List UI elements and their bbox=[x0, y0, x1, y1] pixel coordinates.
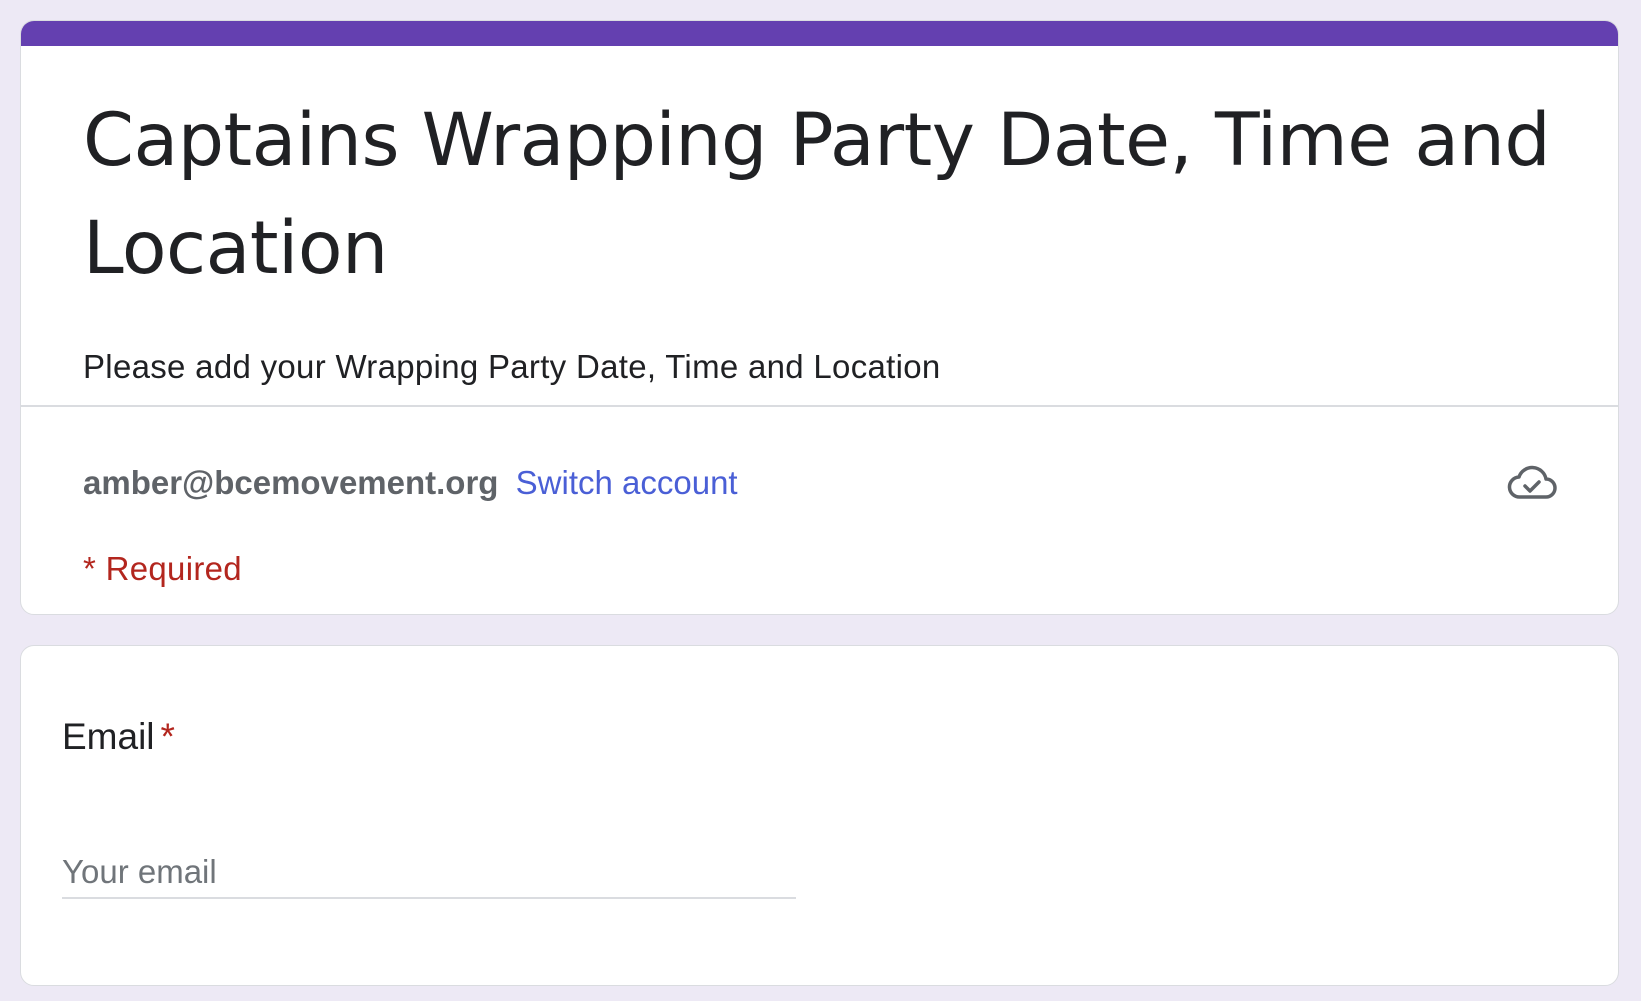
required-note: * Required bbox=[83, 550, 242, 587]
question-label-email: Email * bbox=[62, 715, 175, 759]
switch-account-link[interactable]: Switch account bbox=[516, 464, 738, 501]
header-divider bbox=[21, 405, 1618, 407]
account-email: amber@bcemovement.org bbox=[83, 464, 499, 501]
form-header-card: Captains Wrapping Party Date, Time and L… bbox=[20, 20, 1619, 615]
cloud-check-icon[interactable] bbox=[1506, 464, 1558, 504]
account-row: amber@bcemovement.org Switch account bbox=[83, 463, 738, 503]
question-title: Email bbox=[62, 716, 155, 757]
form-description: Please add your Wrapping Party Date, Tim… bbox=[83, 348, 941, 385]
question-card-email bbox=[20, 645, 1619, 986]
required-asterisk: * bbox=[160, 716, 175, 757]
form-accent-bar bbox=[21, 21, 1618, 46]
form-title: Captains Wrapping Party Date, Time and L… bbox=[83, 98, 1551, 291]
email-input[interactable] bbox=[62, 847, 796, 899]
